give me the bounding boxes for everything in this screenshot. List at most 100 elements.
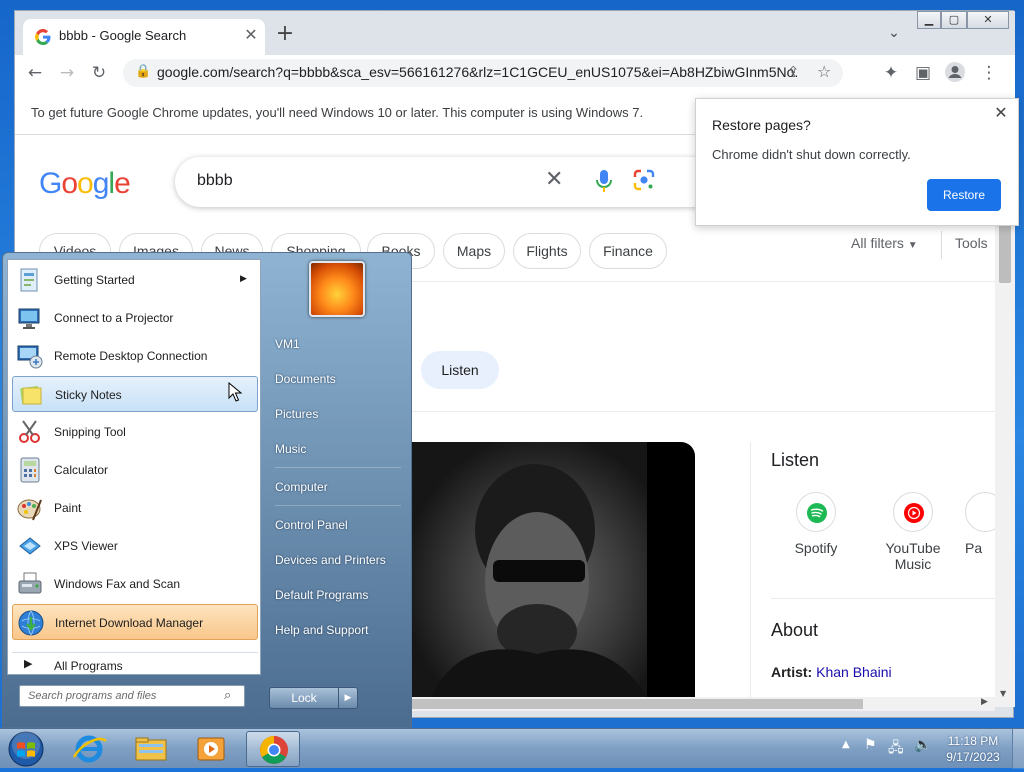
start-menu: Getting Started ▶ Connect to a Projector…	[2, 252, 412, 728]
start-link-pictures[interactable]: Pictures	[275, 407, 318, 421]
start-search-input[interactable]: Search programs and files ⌕	[19, 685, 245, 707]
tab-strip: bbbb - Google Search ✕ + ⌄ ▁ ▢ ✕	[15, 11, 1015, 55]
user-account-picture[interactable]	[309, 261, 365, 317]
idm-icon	[18, 610, 44, 636]
start-link-default-programs[interactable]: Default Programs	[275, 588, 368, 602]
artist-silhouette	[431, 464, 647, 697]
all-programs-button[interactable]: ▶ All Programs	[12, 652, 258, 678]
artist-photo[interactable]	[411, 442, 695, 697]
start-item-xps-viewer[interactable]: XPS Viewer	[12, 528, 258, 564]
volume-icon[interactable]: 🔈	[914, 737, 931, 753]
all-filters-button[interactable]: All filters ▼	[851, 235, 918, 251]
getting-started-icon	[20, 268, 38, 292]
maximize-button[interactable]: ▢	[941, 11, 967, 29]
about-heading: About	[771, 620, 819, 640]
taskbar-chrome-button[interactable]	[246, 731, 300, 767]
scroll-right-icon[interactable]: ▶	[981, 697, 988, 707]
lock-icon: 🔒	[135, 64, 152, 79]
network-icon[interactable]: 🖧	[888, 737, 904, 761]
artist-row: Artist: Khan Bhaini	[771, 664, 892, 680]
action-center-flag-icon[interactable]: ⚑	[864, 737, 877, 753]
scroll-down-icon[interactable]: ▼	[1000, 689, 1006, 698]
horizontal-scrollbar-thumb[interactable]	[411, 699, 863, 709]
taskbar-ie-button[interactable]	[62, 731, 116, 767]
tab-search-chevron-icon[interactable]: ⌄	[883, 25, 905, 45]
start-link-devices-printers[interactable]: Devices and Printers	[275, 553, 386, 567]
tools-button[interactable]: Tools	[955, 235, 988, 251]
bookmark-star-icon[interactable]: ☆	[817, 62, 831, 81]
tab-title: bbbb - Google Search	[59, 28, 187, 43]
start-item-fax-scan[interactable]: Windows Fax and Scan	[12, 566, 258, 602]
clock-time: 11:18 PM	[947, 734, 999, 748]
start-item-label: Windows Fax and Scan	[54, 577, 181, 591]
extensions-puzzle-icon[interactable]: ✦	[879, 61, 903, 85]
shutdown-options-arrow-icon[interactable]: ▶	[338, 687, 358, 709]
show-desktop-button[interactable]	[1012, 729, 1024, 769]
taskbar-explorer-button[interactable]	[124, 731, 178, 767]
chip-finance[interactable]: Finance	[589, 233, 667, 269]
all-filters-label: All filters	[851, 235, 904, 251]
start-link-control-panel[interactable]: Control Panel	[275, 518, 348, 532]
profile-avatar-icon[interactable]	[943, 61, 967, 85]
google-logo[interactable]: Google	[39, 167, 131, 201]
google-favicon-icon	[35, 29, 51, 45]
start-link-documents[interactable]: Documents	[275, 372, 336, 386]
side-panel-icon[interactable]: ▣	[911, 61, 935, 85]
start-item-remote-desktop[interactable]: Remote Desktop Connection	[12, 338, 258, 374]
lock-button[interactable]: Lock	[269, 687, 339, 709]
start-link-vm1[interactable]: VM1	[275, 337, 300, 351]
xps-viewer-icon	[19, 537, 41, 555]
google-lens-icon[interactable]	[633, 169, 655, 191]
artist-link[interactable]: Khan Bhaini	[816, 664, 892, 680]
show-hidden-icons-icon[interactable]: ▲	[842, 739, 850, 750]
start-item-sticky-notes[interactable]: Sticky Notes	[12, 376, 258, 412]
paint-icon	[17, 499, 42, 521]
listen-chip[interactable]: Listen	[421, 351, 499, 389]
clear-search-icon[interactable]: ✕	[545, 167, 563, 192]
minimize-button[interactable]: ▁	[917, 11, 941, 29]
start-item-paint[interactable]: Paint	[12, 490, 258, 526]
taskbar-clock[interactable]: 11:18 PM 9/17/2023	[938, 733, 1008, 765]
browser-tab[interactable]: bbbb - Google Search ✕	[23, 19, 265, 55]
infobar-message: To get future Google Chrome updates, you…	[31, 105, 644, 120]
start-item-projector[interactable]: Connect to a Projector	[12, 300, 258, 336]
address-bar[interactable]: 🔒 google.com/search?q=bbbb&sca_esv=56616…	[123, 59, 843, 87]
restore-close-icon[interactable]: ✕	[992, 103, 1010, 123]
forward-arrow-icon[interactable]: →	[55, 61, 79, 85]
start-orb-icon[interactable]	[6, 730, 46, 768]
start-item-label: Snipping Tool	[54, 425, 126, 439]
chip-maps[interactable]: Maps	[443, 233, 505, 269]
taskbar-media-player-button[interactable]	[184, 731, 238, 767]
search-query[interactable]: bbbb	[197, 172, 233, 190]
start-right-separator	[275, 505, 401, 506]
reload-icon[interactable]: ↻	[87, 61, 111, 85]
all-programs-arrow-icon: ▶	[24, 657, 33, 670]
listen-heading: Listen	[771, 450, 820, 470]
chip-flights[interactable]: Flights	[513, 233, 581, 269]
service-partial[interactable]: Pa	[965, 492, 995, 556]
remote-desktop-icon	[17, 345, 43, 369]
start-link-computer[interactable]: Computer	[275, 480, 328, 494]
service-spotify[interactable]: Spotify	[771, 492, 861, 556]
search-box[interactable]: bbbb ✕	[175, 157, 735, 207]
start-item-calculator[interactable]: Calculator	[12, 452, 258, 488]
start-item-internet-download-manager[interactable]: Internet Download Manager	[12, 604, 258, 640]
share-icon[interactable]: ⇪	[787, 63, 800, 81]
start-item-getting-started[interactable]: Getting Started ▶	[12, 262, 258, 298]
start-link-help-support[interactable]: Help and Support	[275, 623, 368, 637]
service-youtube-music[interactable]: YouTube Music	[868, 492, 958, 572]
new-tab-button[interactable]: +	[273, 23, 297, 47]
start-link-music[interactable]: Music	[275, 442, 306, 456]
tab-close-icon[interactable]: ✕	[241, 25, 261, 47]
artist-label: Artist:	[771, 664, 813, 680]
start-item-label: Sticky Notes	[55, 388, 122, 402]
voice-search-mic-icon[interactable]	[595, 169, 613, 193]
restore-button[interactable]: Restore	[927, 179, 1001, 211]
submenu-arrow-icon: ▶	[240, 273, 247, 283]
start-item-snipping-tool[interactable]: Snipping Tool	[12, 414, 258, 450]
close-window-button[interactable]: ✕	[967, 11, 1009, 29]
back-arrow-icon[interactable]: ←	[23, 61, 47, 85]
horizontal-scrollbar[interactable]: ▶	[411, 697, 995, 711]
menu-kebab-icon[interactable]: ⋮	[977, 61, 1001, 85]
panel-divider	[771, 598, 995, 599]
